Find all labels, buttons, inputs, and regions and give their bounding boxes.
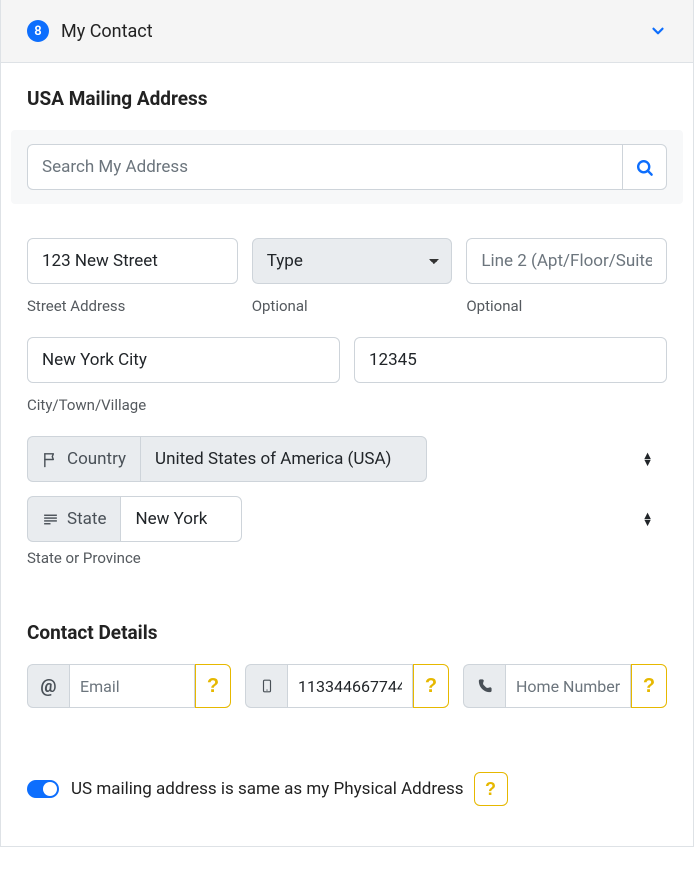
mailing-address-heading: USA Mailing Address — [27, 87, 667, 110]
country-label: Country — [67, 449, 126, 469]
search-icon — [635, 158, 654, 177]
home-number-input[interactable] — [505, 664, 631, 708]
same-address-help-button[interactable]: ? — [474, 772, 508, 806]
chevron-down-icon — [649, 22, 667, 40]
my-contact-section: 8 My Contact USA Mailing Address — [0, 0, 694, 847]
sort-icon: ▲▼ — [642, 512, 653, 526]
section-title: My Contact — [61, 21, 649, 42]
address-type-select[interactable]: Type — [252, 238, 453, 284]
at-icon: @ — [40, 676, 56, 697]
section-body: USA Mailing Address Type — [1, 63, 693, 846]
address-search-button[interactable] — [622, 144, 667, 190]
home-help-button[interactable]: ? — [631, 664, 667, 708]
mobile-addon — [245, 664, 287, 708]
line2-input[interactable] — [466, 238, 667, 284]
flag-usa-icon — [42, 511, 59, 528]
step-number-badge: 8 — [27, 20, 49, 42]
email-input[interactable] — [69, 664, 195, 708]
address-search-wrap — [11, 130, 683, 204]
street-address-input[interactable] — [27, 238, 238, 284]
type-help: Optional — [252, 297, 453, 315]
zip-input[interactable] — [354, 337, 667, 383]
email-addon: @ — [27, 664, 69, 708]
phone-icon — [476, 678, 493, 695]
state-addon: State — [27, 496, 120, 542]
section-header[interactable]: 8 My Contact — [1, 0, 693, 63]
sort-icon: ▲▼ — [642, 452, 653, 466]
street-help: Street Address — [27, 297, 238, 315]
address-search-input[interactable] — [27, 144, 622, 190]
state-label: State — [67, 509, 106, 529]
contact-details-heading: Contact Details — [27, 621, 667, 644]
state-help: State or Province — [27, 549, 667, 567]
mobile-input[interactable] — [287, 664, 413, 708]
mobile-help-button[interactable]: ? — [413, 664, 449, 708]
city-input[interactable] — [27, 337, 340, 383]
same-address-label: US mailing address is same as my Physica… — [71, 779, 464, 799]
email-help-button[interactable]: ? — [195, 664, 231, 708]
city-help: City/Town/Village — [27, 396, 340, 414]
same-address-toggle[interactable] — [27, 780, 59, 798]
line2-help: Optional — [466, 297, 667, 315]
mobile-icon — [260, 677, 274, 695]
country-select[interactable]: United States of America (USA) — [140, 436, 427, 482]
flag-icon — [42, 451, 59, 468]
state-select[interactable]: New York — [120, 496, 242, 542]
country-addon: Country — [27, 436, 140, 482]
home-phone-addon — [463, 664, 505, 708]
